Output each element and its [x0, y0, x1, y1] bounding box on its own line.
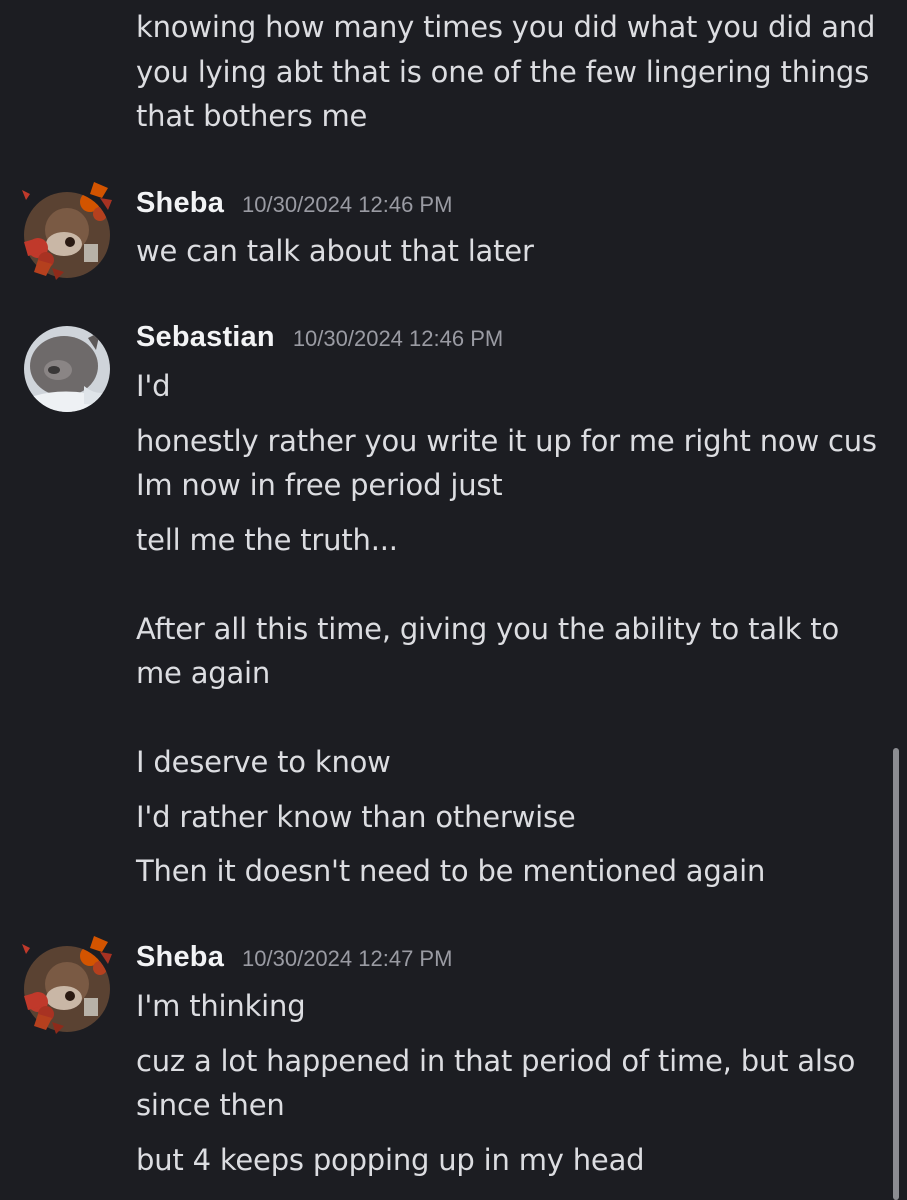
message-text-line: Then it doesn't need to be mentioned aga…	[136, 854, 766, 888]
message-header: Sheba 10/30/2024 12:46 PM	[136, 187, 452, 227]
timestamp: 10/30/2024 12:46 PM	[292, 326, 504, 351]
message-text-line: since then	[136, 1088, 285, 1122]
message-text-line: I deserve to know	[136, 745, 391, 779]
avatar-image	[24, 192, 110, 278]
message-text-line: honestly rather you write it up for me r…	[136, 424, 877, 458]
timestamp: 10/30/2024 12:47 PM	[242, 946, 453, 971]
message-text-line: cuz a lot happened in that period of tim…	[136, 1044, 856, 1078]
message-text-line: knowing how many times you did what you …	[136, 10, 876, 44]
avatar-image	[24, 946, 110, 1032]
message-text-line: but 4 keeps popping up in my head	[136, 1143, 645, 1177]
message-text-line: I'd rather know than otherwise	[136, 800, 576, 834]
avatar[interactable]	[24, 326, 110, 412]
message-text-line: I'm thinking	[136, 989, 306, 1023]
timestamp: 10/30/2024 12:46 PM	[242, 192, 453, 217]
username[interactable]: Sheba	[136, 941, 224, 974]
message-header: Sebastian 10/30/2024 12:46 PM	[136, 321, 503, 361]
avatar[interactable]	[24, 192, 110, 278]
message-text-line: you lying abt that is one of the few lin…	[136, 55, 870, 89]
message-text-line: me again	[136, 656, 271, 690]
chat-message-list[interactable]: knowing how many times you did what you …	[0, 0, 907, 1200]
message-text-line: that bothers me	[136, 99, 368, 133]
username[interactable]: Sebastian	[136, 321, 275, 354]
avatar-image	[24, 326, 110, 412]
avatar[interactable]	[24, 946, 110, 1032]
username[interactable]: Sheba	[136, 187, 224, 220]
message-text-line: I'd	[136, 369, 171, 403]
message-text-line: we can talk about that later	[136, 234, 534, 268]
message-header: Sheba 10/30/2024 12:47 PM	[136, 941, 452, 981]
scrollbar-thumb[interactable]	[893, 748, 899, 1200]
message-text-line: tell me the truth...	[136, 523, 398, 557]
message-text-line: Im now in free period just	[136, 468, 503, 502]
message-text-line: After all this time, giving you the abil…	[136, 612, 840, 646]
